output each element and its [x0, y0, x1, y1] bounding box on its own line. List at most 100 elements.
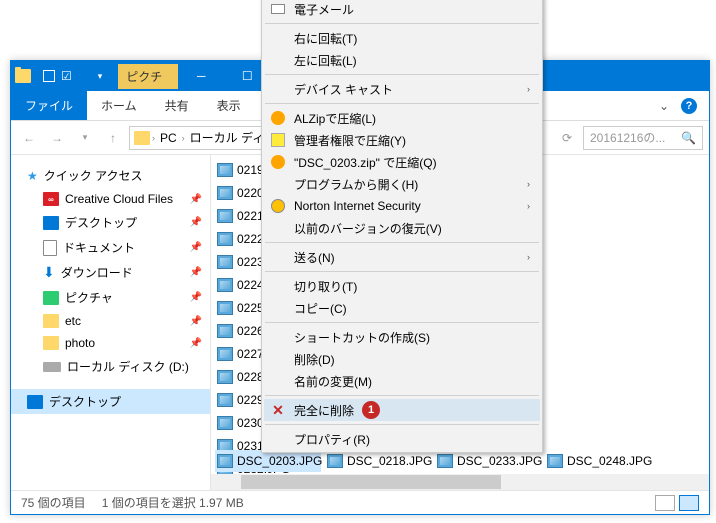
- pin-icon: 📌: [190, 194, 202, 205]
- tab-view[interactable]: 表示: [203, 91, 255, 120]
- menu-label: Norton Internet Security: [294, 199, 421, 213]
- qat-checkmark-icon[interactable]: ☑: [61, 69, 72, 83]
- window-title: ピクチ: [118, 64, 178, 89]
- folder-icon: [43, 336, 59, 350]
- menu-separator: [265, 242, 539, 243]
- menu-label: ALZipで圧縮(L): [294, 110, 376, 127]
- menu-separator: [265, 395, 539, 396]
- search-input[interactable]: 20161216の... 🔍: [583, 126, 703, 150]
- menu-rotate-left[interactable]: 左に回転(L): [264, 49, 540, 71]
- sidebar-desktop-root[interactable]: デスクトップ: [11, 389, 210, 414]
- help-icon[interactable]: ?: [681, 98, 697, 114]
- menu-properties[interactable]: プロパティ(R): [264, 428, 540, 450]
- view-icons-button[interactable]: [679, 495, 699, 511]
- qat-dropdown-icon[interactable]: ▾: [98, 71, 103, 82]
- desktop-icon: [27, 395, 43, 409]
- menu-restore-versions[interactable]: 以前のバージョンの復元(V): [264, 217, 540, 239]
- status-item-count: 75 個の項目: [21, 494, 86, 511]
- file-item[interactable]: DSC_0248.JPG: [545, 450, 651, 472]
- sidebar-label: ダウンロード: [61, 264, 133, 281]
- menu-device-cast[interactable]: デバイス キャスト›: [264, 78, 540, 100]
- chevron-right-icon[interactable]: ›: [182, 133, 185, 143]
- pictures-icon: [43, 291, 59, 305]
- recent-dropdown-icon[interactable]: ▾: [73, 126, 97, 150]
- menu-copy[interactable]: コピー(C): [264, 297, 540, 319]
- back-button[interactable]: ←: [17, 126, 41, 150]
- sidebar-documents[interactable]: ドキュメント 📌: [11, 235, 210, 260]
- menu-delete[interactable]: 削除(D): [264, 348, 540, 370]
- sidebar-desktop[interactable]: デスクトップ 📌: [11, 210, 210, 235]
- chevron-right-icon: ›: [527, 252, 530, 262]
- menu-label: 右に回転(T): [294, 30, 357, 47]
- folder-icon: [43, 314, 59, 328]
- menu-email[interactable]: 電子メール: [264, 0, 540, 20]
- menu-create-shortcut[interactable]: ショートカットの作成(S): [264, 326, 540, 348]
- sidebar-photo[interactable]: photo 📌: [11, 332, 210, 354]
- image-thumbnail-icon: [547, 454, 563, 468]
- view-details-button[interactable]: [655, 495, 675, 511]
- menu-rotate-right[interactable]: 右に回転(T): [264, 27, 540, 49]
- image-thumbnail-icon: [217, 393, 233, 407]
- menu-open-with[interactable]: プログラムから開く(H)›: [264, 173, 540, 195]
- sidebar-etc[interactable]: etc 📌: [11, 310, 210, 332]
- pin-icon: 📌: [190, 338, 202, 349]
- breadcrumb-pc[interactable]: PC: [157, 131, 180, 145]
- menu-admin-compress[interactable]: 管理者権限で圧縮(Y): [264, 129, 540, 151]
- pin-icon: 📌: [190, 242, 202, 253]
- drive-icon: [43, 362, 61, 372]
- image-thumbnail-icon: [217, 416, 233, 430]
- image-thumbnail-icon: [217, 232, 233, 246]
- navigation-pane: ★ クイック アクセス ∞ Creative Cloud Files 📌 デスク…: [11, 155, 211, 490]
- menu-label: デバイス キャスト: [294, 81, 393, 98]
- scrollbar-thumb[interactable]: [241, 475, 501, 489]
- image-thumbnail-icon: [217, 209, 233, 223]
- menu-label: 左に回転(L): [294, 52, 357, 69]
- chevron-right-icon[interactable]: ›: [152, 133, 155, 143]
- tab-share[interactable]: 共有: [151, 91, 203, 120]
- menu-separator: [265, 271, 539, 272]
- minimize-button[interactable]: ─: [178, 61, 224, 91]
- menu-label: 送る(N): [294, 249, 335, 266]
- file-item[interactable]: DSC_0218.JPG: [325, 450, 431, 472]
- tab-home[interactable]: ホーム: [87, 91, 151, 120]
- menu-label: コピー(C): [294, 300, 347, 317]
- sidebar-downloads[interactable]: ⬇ ダウンロード 📌: [11, 260, 210, 285]
- qat-checkbox-icon[interactable]: [43, 70, 55, 82]
- file-item[interactable]: DSC_0233.JPG: [435, 450, 541, 472]
- mail-icon: [270, 1, 286, 17]
- menu-norton[interactable]: Norton Internet Security›: [264, 195, 540, 217]
- image-thumbnail-icon: [217, 347, 233, 361]
- menu-zip-compress[interactable]: "DSC_0203.zip" で圧縮(Q): [264, 151, 540, 173]
- file-name: DSC_0233.JPG: [457, 454, 542, 468]
- delete-x-icon: ✕: [270, 402, 286, 418]
- image-thumbnail-icon: [217, 454, 233, 468]
- sidebar-label: クイック アクセス: [44, 167, 143, 184]
- menu-send-to[interactable]: 送る(N) ›: [264, 246, 540, 268]
- forward-button[interactable]: →: [45, 126, 69, 150]
- status-bar: 75 個の項目 1 個の項目を選択 1.97 MB: [11, 490, 709, 514]
- menu-label: 管理者権限で圧縮(Y): [294, 132, 406, 149]
- menu-rename[interactable]: 名前の変更(M): [264, 370, 540, 392]
- refresh-button[interactable]: ⟳: [555, 126, 579, 150]
- menu-label: プロパティ(R): [294, 431, 370, 448]
- file-item[interactable]: DSC_0203.JPG: [215, 450, 321, 472]
- menu-alzip[interactable]: ALZipで圧縮(L): [264, 107, 540, 129]
- image-thumbnail-icon: [217, 163, 233, 177]
- menu-delete-permanent[interactable]: ✕ 完全に削除 1: [264, 399, 540, 421]
- sidebar-pictures[interactable]: ピクチャ 📌: [11, 285, 210, 310]
- menu-separator: [265, 424, 539, 425]
- ribbon-expand-icon[interactable]: ⌄: [659, 99, 669, 113]
- qat-folder-icon[interactable]: [78, 70, 92, 82]
- tab-file[interactable]: ファイル: [11, 91, 87, 120]
- sidebar-label: etc: [65, 314, 81, 328]
- image-thumbnail-icon: [437, 454, 453, 468]
- up-button[interactable]: ↑: [101, 126, 125, 150]
- menu-cut[interactable]: 切り取り(T): [264, 275, 540, 297]
- sidebar-local-disk[interactable]: ローカル ディスク (D:): [11, 354, 210, 379]
- horizontal-scrollbar[interactable]: [211, 474, 709, 490]
- sidebar-creative-cloud[interactable]: ∞ Creative Cloud Files 📌: [11, 188, 210, 210]
- sidebar-quick-access[interactable]: ★ クイック アクセス: [11, 163, 210, 188]
- status-selection: 1 個の項目を選択 1.97 MB: [102, 494, 244, 511]
- sidebar-label: ドキュメント: [63, 239, 135, 256]
- sidebar-label: photo: [65, 336, 95, 350]
